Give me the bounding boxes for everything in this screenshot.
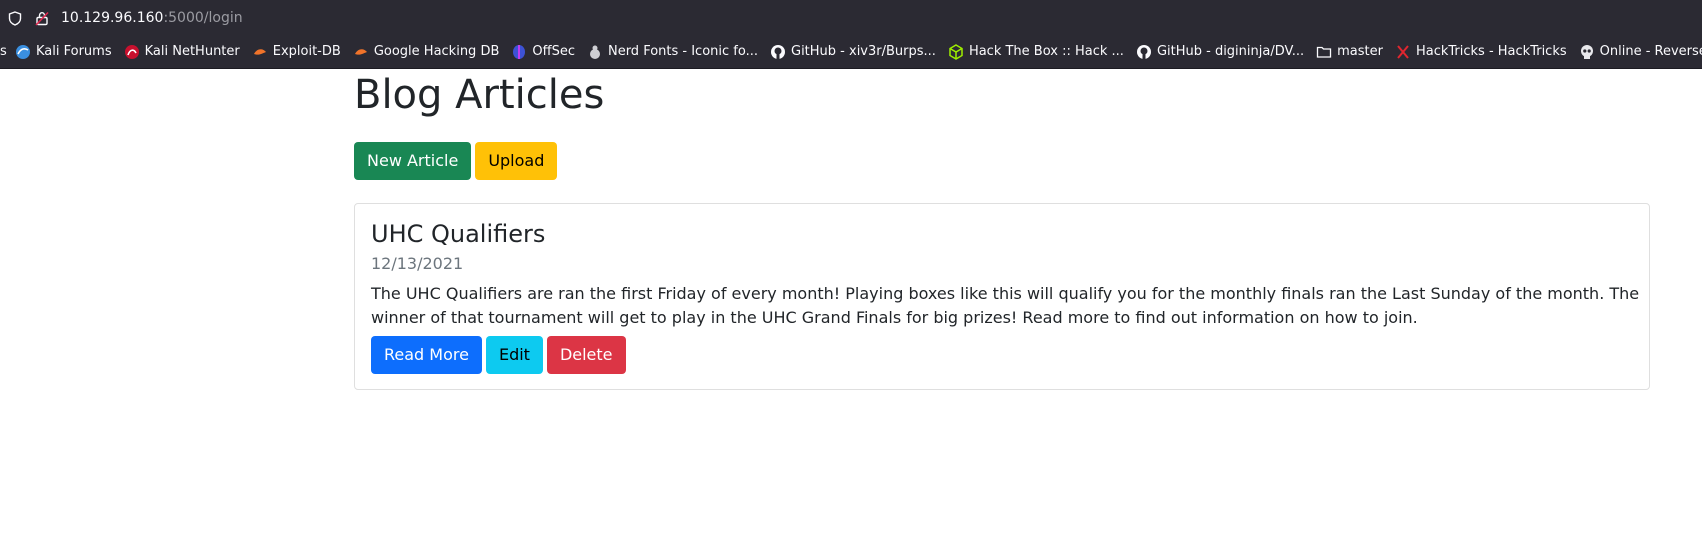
bookmarks-toolbar: s Kali Forums Kali NetHunter Exploit-DB …	[0, 35, 1702, 69]
bookmark-label: Kali Forums	[36, 44, 112, 59]
bookmark-hackthebox[interactable]: Hack The Box :: Hack ...	[943, 40, 1131, 64]
read-more-button[interactable]: Read More	[371, 336, 482, 374]
bookmark-label: s	[0, 44, 7, 59]
bookmark-label: OffSec	[532, 44, 575, 59]
bookmark-label: Online - Reverse Shel...	[1599, 44, 1702, 59]
bookmark-label: Nerd Fonts - Iconic fo...	[607, 44, 758, 59]
kali-forums-icon	[15, 44, 31, 60]
offsec-icon	[511, 44, 527, 60]
bookmark-label: GitHub - digininja/DV...	[1156, 44, 1305, 59]
kali-nethunter-icon	[124, 44, 140, 60]
page-title: Blog Articles	[354, 72, 605, 118]
new-article-button[interactable]: New Article	[354, 142, 472, 180]
url-path: :5000/login	[163, 10, 243, 26]
bookmark-offsec[interactable]: OffSec	[506, 40, 582, 64]
bookmark-exploit-db[interactable]: Exploit-DB	[247, 40, 348, 64]
content-container: Blog Articles New Article Upload UHC Qua…	[354, 69, 1650, 390]
bookmark-label: master	[1337, 44, 1383, 59]
folder-icon	[1316, 44, 1332, 60]
exploit-db-icon	[252, 44, 268, 60]
bookmark-reverse-shell[interactable]: Online - Reverse Shel...	[1574, 40, 1702, 64]
article-title: UHC Qualifiers	[371, 220, 546, 248]
insecure-lock-icon[interactable]	[33, 9, 51, 27]
bookmark-label: Exploit-DB	[272, 44, 341, 59]
bookmark-label: Google Hacking DB	[373, 44, 500, 59]
edit-button[interactable]: Edit	[485, 336, 543, 374]
bookmark-kali-forums[interactable]: Kali Forums	[10, 40, 119, 64]
bookmark-label: Hack The Box :: Hack ...	[968, 44, 1124, 59]
bookmark-cut-off[interactable]: s	[0, 40, 10, 64]
article-date: 12/13/2021	[371, 254, 464, 273]
page-actions: New Article Upload	[354, 142, 1650, 180]
skull-icon	[1579, 44, 1595, 60]
bookmark-github-burps[interactable]: GitHub - xiv3r/Burps...	[765, 40, 943, 64]
bookmark-ghdb[interactable]: Google Hacking DB	[348, 40, 507, 64]
article-body: The UHC Qualifiers are ran the first Fri…	[371, 284, 1640, 327]
bookmark-folder-master[interactable]: master	[1311, 40, 1390, 64]
article-actions: Read More Edit Delete	[371, 336, 1633, 374]
browser-url-bar[interactable]: 10.129.96.160:5000/login	[0, 0, 1702, 35]
ghdb-icon	[353, 44, 369, 60]
bookmark-kali-nethunter[interactable]: Kali NetHunter	[119, 40, 247, 64]
address-field[interactable]: 10.129.96.160:5000/login	[61, 8, 243, 28]
bookmark-github-dvwa[interactable]: GitHub - digininja/DV...	[1131, 40, 1311, 64]
bookmark-hacktricks[interactable]: HackTricks - HackTricks	[1390, 40, 1574, 64]
hackthebox-icon	[948, 43, 964, 60]
shield-icon[interactable]	[6, 9, 24, 27]
nerd-fonts-icon	[587, 44, 603, 60]
github-icon	[770, 44, 786, 60]
hacktricks-icon	[1395, 44, 1411, 60]
bookmark-label: Kali NetHunter	[144, 44, 240, 59]
url-host: 10.129.96.160	[61, 10, 164, 26]
upload-button[interactable]: Upload	[475, 142, 558, 180]
article-card: UHC Qualifiers 12/13/2021 The UHC Qualif…	[354, 203, 1650, 390]
bookmark-label: HackTricks - HackTricks	[1415, 44, 1567, 59]
delete-button[interactable]: Delete	[546, 336, 626, 374]
bookmark-nerd-fonts[interactable]: Nerd Fonts - Iconic fo...	[582, 40, 765, 64]
github-icon	[1136, 44, 1152, 60]
bookmark-label: GitHub - xiv3r/Burps...	[791, 44, 936, 59]
page-content: Blog Articles New Article Upload UHC Qua…	[0, 69, 1702, 538]
